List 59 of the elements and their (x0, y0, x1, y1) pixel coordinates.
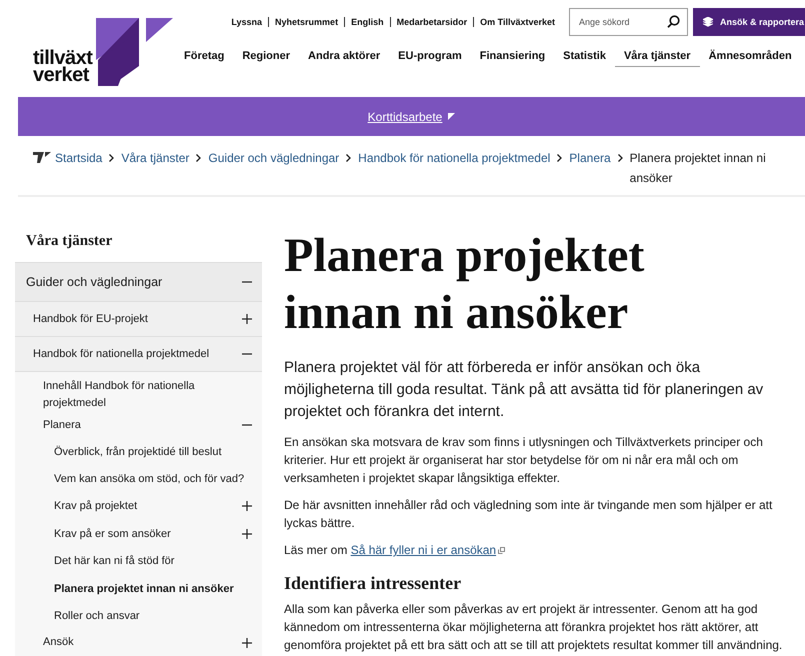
plus-icon[interactable] (242, 501, 252, 512)
breadcrumb-link[interactable]: Handbok för nationella projektmedel (358, 148, 550, 168)
sidebar-link[interactable]: Vem kan ansöka om stöd, och för vad? (54, 473, 244, 486)
notice-link[interactable]: Korttidsarbete (368, 110, 442, 124)
chevron-icon (196, 154, 202, 162)
section-heading: Identifiera intressenter (284, 573, 462, 594)
sidebar-link[interactable]: Guider och vägledningar (26, 275, 162, 289)
page-title: Planera projektet innan ni ansöker (284, 228, 646, 341)
paragraph: Läs mer om Så här fyller ni i er ansökan (284, 541, 784, 559)
sidebar-link[interactable]: Krav på er som ansöker (54, 528, 171, 540)
lead-paragraph: Planera projektet väl för att förbereda er inför ansökan och öka möjligheterna till goda resultat. Tänk på att avsätta tid för planeringen av projektet och förankra det internt. (284, 358, 764, 422)
plus-icon[interactable] (242, 314, 252, 324)
breadcrumb-link[interactable]: Våra tjänster (121, 148, 190, 168)
sidebar-link[interactable]: Handbok för nationella projektmedel (33, 348, 210, 360)
chevron-icon (346, 154, 352, 162)
utility-link[interactable]: Om Tillväxtverket (473, 17, 561, 27)
utility-link[interactable]: Nyhetsrummet (268, 17, 344, 27)
sidebar-link[interactable]: Planera projektet innan ni ansöker (54, 582, 234, 595)
nav-link[interactable]: Företag (175, 47, 234, 67)
sidebar-link[interactable]: Ansök (43, 634, 74, 652)
sidebar-link[interactable]: Det här kan ni få stöd för (54, 555, 174, 568)
nav-link[interactable]: EU-program (389, 47, 471, 67)
breadcrumb-link[interactable]: Startsida (55, 148, 102, 168)
nav-link[interactable]: Regioner (233, 47, 300, 67)
link[interactable]: Så här fyller ni i er ansökan (350, 543, 496, 557)
sidebar-link[interactable]: Överblick, från projektidé till beslut (54, 446, 222, 458)
breadcrumb-link[interactable]: Planera (569, 148, 611, 168)
nav-link[interactable]: Ämnesområden (700, 47, 801, 67)
sidebar-link[interactable]: Innehåll Handbok för nationella projektmedel (43, 378, 213, 412)
sidebar-title: Våra tjänster (26, 233, 114, 250)
apply-report-button[interactable]: Ansök & rapportera (693, 8, 805, 36)
breadcrumb-current: Planera projektet innan ni ansöker (630, 150, 767, 187)
utility-link[interactable]: Lyssna (225, 17, 268, 27)
search-icon[interactable] (667, 15, 680, 28)
utility-link[interactable]: Medarbetarsidor (390, 17, 474, 27)
home-logo-icon[interactable] (33, 152, 51, 163)
layers-icon (703, 17, 713, 27)
paragraph: Alla som kan påverka eller som påverkas av ert projekt är intressenter. Genom att ha god kännedom om intressenterna ökar möjligheterna att förankra projektet hos rätt aktörer, att genomföra projektet på ett bra sätt och att se till att projektets resultat kommer till användning. (284, 601, 784, 654)
nav-link[interactable]: Statistik (554, 47, 615, 67)
sidebar-link[interactable]: Krav på projektet (54, 500, 138, 512)
chevron-icon (109, 154, 114, 162)
chevron-icon (557, 154, 562, 162)
nav-link[interactable]: Andra aktörer (299, 47, 390, 67)
sidebar-link[interactable]: Handbok för EU-projekt (33, 313, 148, 325)
logo-text: tillväxt verket (33, 50, 94, 84)
paragraph: De här avsnitten innehåller råd och vägledning som inte är tvingande men som hjälper er att lyckas bättre. (284, 497, 774, 532)
plus-icon[interactable] (242, 638, 252, 648)
corner-arrow-icon (448, 113, 456, 120)
plus-icon[interactable] (242, 528, 252, 539)
sidebar-link[interactable]: Planera (43, 416, 81, 434)
utility-link[interactable]: English (344, 17, 390, 27)
breadcrumb-link[interactable]: Guider och vägledningar (208, 148, 340, 168)
nav-link[interactable]: Finansiering (470, 47, 554, 67)
external-link-icon (498, 547, 506, 554)
chevron-icon (618, 154, 623, 162)
sidebar-link[interactable]: Roller och ansvar (54, 610, 140, 622)
paragraph: En ansökan ska motsvara de krav som finns i utlysningen och Tillväxtverkets principer och kriterier. Hur ett projekt är organiserat har stor betydelse för om ni når era mål och om verksamheten i projektet skapar långsiktiga effekter. (284, 434, 764, 487)
search-field[interactable]: Ange sökord (569, 8, 688, 36)
nav-link[interactable]: Våra tjänster (614, 47, 700, 67)
